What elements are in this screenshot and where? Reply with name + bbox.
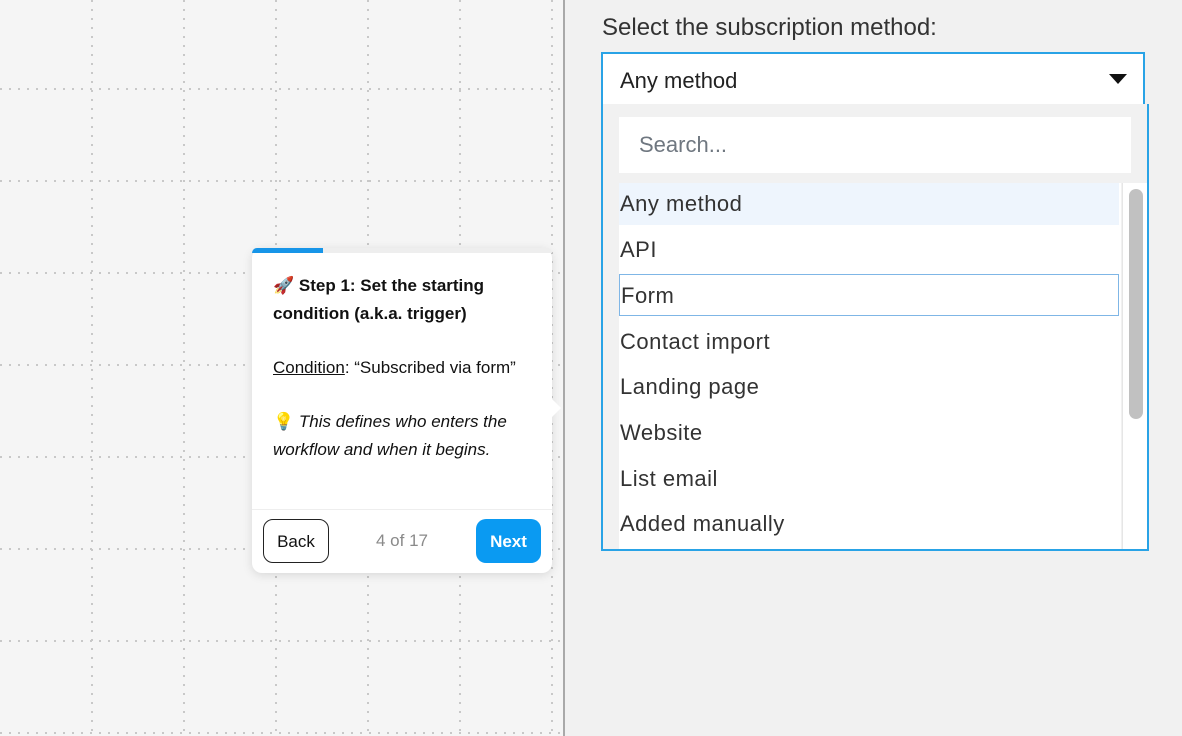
condition-label: Condition — [273, 358, 345, 377]
select-current-value: Any method — [620, 68, 738, 93]
grid-line — [0, 88, 564, 90]
grid-line — [0, 732, 564, 734]
select-dropdown: Any method API Form Contact import Landi… — [601, 104, 1149, 551]
option-contact-import[interactable]: Contact import — [619, 321, 1119, 363]
tooltip-footer: Back 4 of 17 Next — [252, 509, 552, 574]
tour-progress-bar — [252, 248, 552, 253]
option-api[interactable]: API — [619, 229, 1119, 271]
option-landing-page[interactable]: Landing page — [619, 366, 1119, 408]
options-list[interactable]: Any method API Form Contact import Landi… — [619, 183, 1121, 549]
options-scrollbar[interactable] — [1122, 183, 1147, 549]
rocket-icon: 🚀 — [273, 276, 295, 296]
search-input[interactable] — [619, 117, 1131, 173]
step-tip: 💡 This defines who enters the workflow a… — [273, 408, 541, 463]
tooltip-content: 🚀 Step 1: Set the starting condition (a.… — [273, 272, 541, 490]
grid-line — [183, 0, 185, 736]
option-website[interactable]: Website — [619, 412, 1119, 454]
subscription-method-label: Select the subscription method: — [602, 14, 937, 41]
settings-panel: Select the subscription method: Any meth… — [565, 0, 1182, 736]
tour-progress-fill — [252, 248, 323, 253]
tip-text: This defines who enters the workflow and… — [273, 412, 507, 459]
onboarding-tooltip: 🚀 Step 1: Set the starting condition (a.… — [252, 248, 561, 574]
search-field[interactable] — [619, 117, 1131, 173]
grid-line — [0, 640, 564, 642]
tooltip-pointer — [552, 399, 561, 417]
scrollbar-thumb[interactable] — [1129, 189, 1143, 419]
step-title: 🚀 Step 1: Set the starting condition (a.… — [273, 272, 541, 327]
lightbulb-icon: 💡 — [273, 412, 295, 432]
step-title-text: Step 1: Set the starting condition (a.k.… — [273, 276, 485, 323]
caret-down-icon[interactable] — [1109, 74, 1127, 84]
subscription-method-select[interactable]: Any method — [601, 52, 1145, 104]
condition-text: : “Subscribed via form” — [344, 358, 516, 377]
step-condition: Condition: “Subscribed via form” — [273, 354, 541, 381]
grid-line — [0, 180, 564, 182]
grid-line — [91, 0, 93, 736]
option-added-manually[interactable]: Added manually — [619, 503, 1119, 545]
option-any-method[interactable]: Any method — [619, 183, 1119, 225]
next-button[interactable]: Next — [476, 519, 541, 563]
option-list-email[interactable]: List email — [619, 458, 1119, 500]
option-form[interactable]: Form — [619, 274, 1119, 316]
